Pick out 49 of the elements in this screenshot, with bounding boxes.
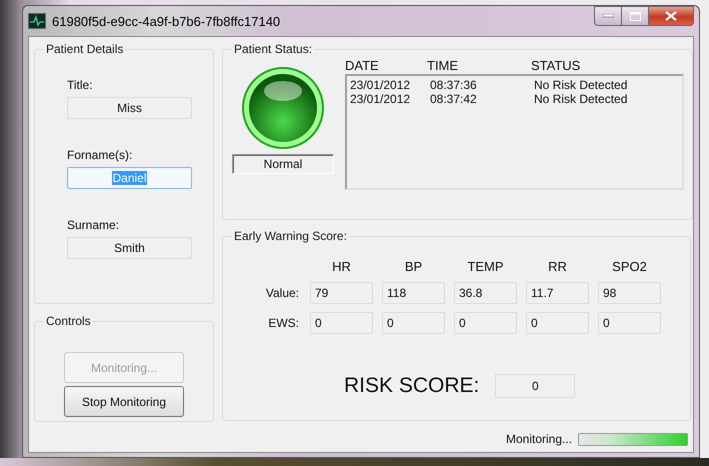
value-field: 98 — [598, 282, 661, 304]
group-title: Controls — [45, 314, 92, 328]
list-cell-text: No Risk Detected — [534, 78, 628, 92]
group-title: Early Warning Score: — [233, 229, 348, 243]
column-header: DATE — [345, 58, 380, 73]
maximize-button[interactable] — [621, 6, 648, 26]
group-title: Patient Details — [45, 42, 124, 56]
stop-button[interactable]: Stop Monitoring — [64, 386, 184, 417]
window-title: 61980f5d-e9cc-4a9f-b7b6-7fb8ffc17140 — [52, 14, 282, 28]
value-field: 0 — [598, 312, 661, 334]
value-field: 0 — [454, 312, 517, 334]
status-text: Monitoring... — [506, 432, 572, 446]
maximize-icon — [630, 12, 640, 20]
column-header: STATUS — [531, 58, 582, 73]
close-button[interactable] — [648, 6, 694, 26]
value-field: 0 — [310, 312, 373, 334]
value-field: 0 — [382, 312, 445, 334]
column-header: RR — [547, 259, 568, 274]
value-field: 36.8 — [454, 282, 517, 304]
value-field: 0 — [526, 312, 589, 334]
row-label: Value: — [264, 286, 300, 300]
risk-score-label: RISK SCORE: — [344, 374, 480, 398]
value-field: 79 — [310, 282, 373, 304]
status-label: Normal — [232, 154, 334, 174]
text-field[interactable]: Smith — [67, 237, 192, 259]
list-cell-text: No Risk Detected — [534, 92, 628, 106]
list-cell-text: 23/01/2012 — [350, 78, 412, 92]
column-header: HR — [331, 259, 352, 274]
minimize-button[interactable] — [594, 6, 621, 26]
list-cell-text: 08:37:36 — [430, 78, 478, 92]
risk-score-field: 0 — [495, 374, 576, 398]
group-title: Patient Status: — [233, 42, 314, 56]
column-header: SPO2 — [611, 259, 648, 274]
field-label: Surname: — [67, 218, 120, 232]
list-cell-text: 23/01/2012 — [350, 92, 412, 106]
minimize-icon — [602, 14, 614, 18]
column-header: TIME — [427, 58, 460, 73]
close-icon — [665, 11, 677, 21]
heartbeat-icon — [28, 13, 46, 29]
history-list[interactable]: 23/01/2012 08:37:36 No Risk Detected 23/01/2012 08:37:42 No Risk Detected — [345, 74, 684, 190]
text-field[interactable]: Miss — [67, 97, 192, 119]
column-header: TEMP — [466, 259, 505, 274]
list-cell-text: 08:37:42 — [430, 92, 478, 106]
row-label: EWS: — [267, 316, 300, 330]
field-label: Title: — [67, 78, 94, 92]
column-header: BP — [404, 259, 424, 274]
field-label: Forname(s): — [67, 148, 134, 162]
value-field: 118 — [382, 282, 445, 304]
value-field: 11.7 — [526, 282, 589, 304]
